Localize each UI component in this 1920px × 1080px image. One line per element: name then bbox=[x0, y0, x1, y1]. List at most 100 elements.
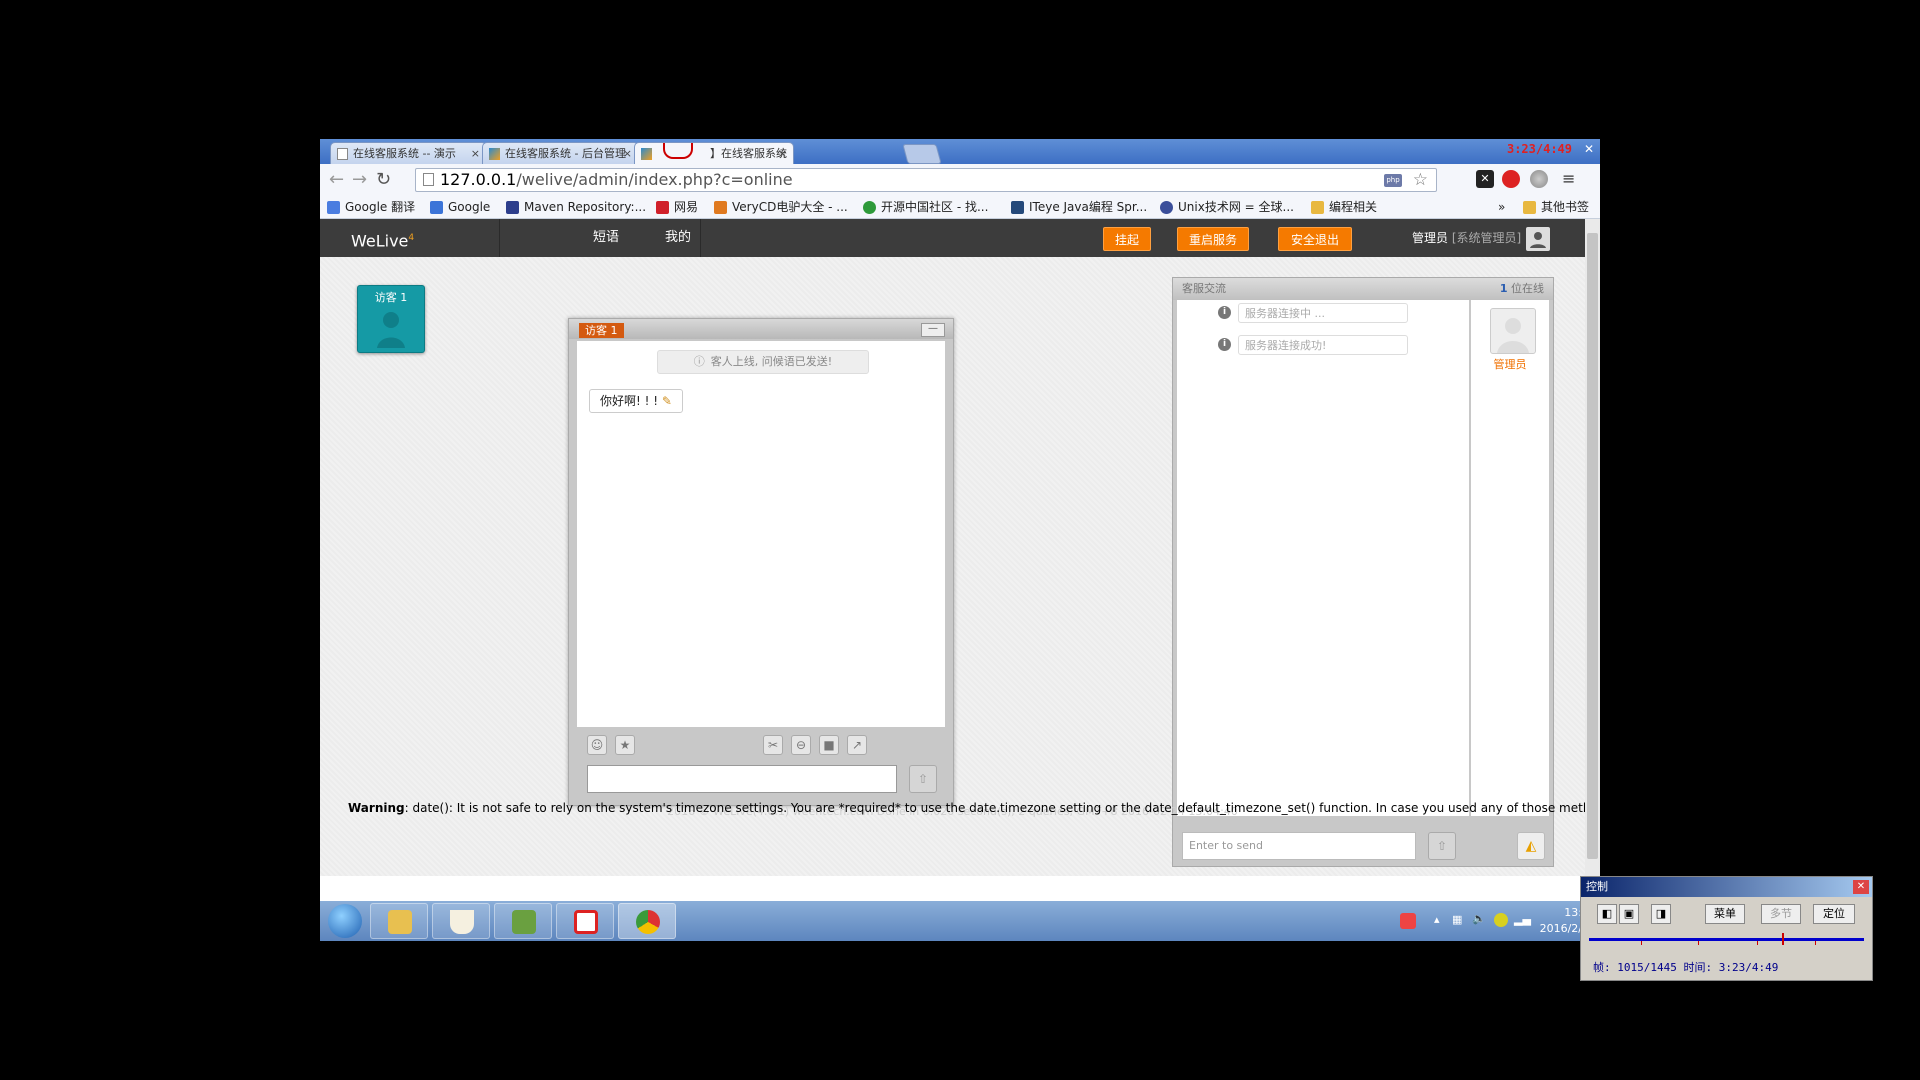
tab-bar: 在线客服系统 -- 演示 × 在线客服系统 - 后台管理 × 】在线客服系统 ×… bbox=[320, 139, 1600, 164]
tab-online[interactable]: 】在线客服系统 × bbox=[634, 142, 794, 164]
search-extension-icon[interactable] bbox=[1530, 170, 1548, 188]
user-avatar-icon[interactable] bbox=[1526, 227, 1550, 251]
taskbar-recorder[interactable] bbox=[494, 903, 552, 939]
url-text: 127.0.0.1/welive/admin/index.php?c=onlin… bbox=[440, 170, 793, 189]
suspend-button[interactable]: 挂起 bbox=[1103, 227, 1151, 251]
windows-taskbar: ▴ ▦ 🔈 ▂▄ 13:052016/2/24 bbox=[320, 901, 1600, 941]
extension-icon[interactable]: ✕ bbox=[1476, 170, 1494, 188]
team-send-button[interactable]: ⇧ bbox=[1428, 832, 1456, 860]
welive-page: WeLive4 短语 我的 挂起 重启服务 安全退出 管理员 [系统管理员] 访… bbox=[320, 219, 1585, 876]
track-tick bbox=[1815, 941, 1816, 945]
tab-label: 在线客服系统 -- 演示 bbox=[353, 147, 456, 160]
bookmarks-overflow[interactable]: » bbox=[1498, 196, 1505, 218]
sound-notify-icon[interactable]: ◭ bbox=[1517, 832, 1545, 860]
online-user-name[interactable]: 管理员 bbox=[1471, 356, 1549, 372]
coffee-cup-icon bbox=[450, 910, 474, 934]
bookmark-folder[interactable]: 编程相关 bbox=[1311, 196, 1377, 218]
show-hidden-icons[interactable]: ▴ bbox=[1434, 913, 1440, 926]
star-icon[interactable]: ☆ bbox=[1413, 169, 1428, 191]
playback-status: 帧: 1015/1445 时间: 3:23/4:49 bbox=[1593, 961, 1779, 974]
volume-icon[interactable]: 🔈 bbox=[1472, 912, 1486, 925]
stop-icon[interactable]: ▣ bbox=[1619, 904, 1639, 924]
nav-mine[interactable]: 我的 bbox=[665, 219, 691, 257]
bookmark-icon bbox=[1011, 201, 1024, 214]
other-bookmarks-folder[interactable]: 其他书签 bbox=[1523, 196, 1589, 218]
nav-phrases[interactable]: 短语 bbox=[593, 219, 619, 257]
visitor-avatar-icon bbox=[377, 312, 405, 348]
window-close-icon[interactable]: ✕ bbox=[1584, 139, 1594, 159]
visitor-chat-window: 访客 1 — ⓘ 客人上线, 问候语已发送! 你好啊! ! ! ✎ ☺ ★ ✂ ⊖… bbox=[568, 318, 954, 806]
taskbar-chrome[interactable] bbox=[618, 903, 676, 939]
next-frame-icon[interactable]: ◨ bbox=[1651, 904, 1671, 924]
network-icon[interactable]: ▦ bbox=[1452, 913, 1462, 926]
bookmark-icon bbox=[656, 201, 669, 214]
update-icon[interactable] bbox=[1494, 913, 1508, 927]
logout-button[interactable]: 安全退出 bbox=[1278, 227, 1352, 251]
info-icon: i bbox=[1218, 306, 1231, 319]
tab-label: 】在线客服系统 bbox=[710, 147, 787, 160]
chat-message-input[interactable] bbox=[587, 765, 897, 793]
send-arrow-icon: ⇧ bbox=[1436, 839, 1448, 853]
bookmark-icon bbox=[327, 201, 340, 214]
forward-arrow-icon[interactable]: → bbox=[352, 169, 367, 191]
bookmark-item[interactable]: ITeye Java编程 Spr... bbox=[1011, 196, 1147, 218]
bookmark-item[interactable]: Maven Repository:... bbox=[506, 196, 646, 218]
taskbar-java[interactable] bbox=[432, 903, 490, 939]
close-icon[interactable]: × bbox=[471, 143, 480, 164]
bookmark-item[interactable]: Google bbox=[430, 196, 490, 218]
admin-label: 管理员 [系统管理员] bbox=[1412, 231, 1522, 245]
taskbar-app[interactable] bbox=[556, 903, 614, 939]
bookmark-item[interactable]: 网易 bbox=[656, 196, 698, 218]
visitor-tile[interactable]: 访客 1 bbox=[357, 285, 425, 353]
bookmark-icon bbox=[430, 201, 443, 214]
user-avatar-icon[interactable] bbox=[1490, 308, 1536, 354]
transfer-icon[interactable]: ↗ bbox=[847, 735, 867, 755]
bookmark-item[interactable]: 开源中国社区 - 找... bbox=[863, 196, 988, 218]
locate-button[interactable]: 定位 bbox=[1813, 904, 1855, 924]
multi-section-button[interactable]: 多节 bbox=[1761, 904, 1801, 924]
team-message-input[interactable]: Enter to send bbox=[1182, 832, 1416, 860]
taskbar-explorer[interactable] bbox=[370, 903, 428, 939]
favorite-star-icon[interactable]: ★ bbox=[615, 735, 635, 755]
info-icon: i bbox=[1218, 338, 1231, 351]
new-tab-button[interactable] bbox=[902, 144, 942, 164]
send-button[interactable]: ⇧ bbox=[909, 765, 937, 793]
video-icon[interactable]: ■ bbox=[819, 735, 839, 755]
scrollbar-thumb[interactable] bbox=[1587, 233, 1598, 859]
online-user-list: 管理员 bbox=[1471, 300, 1549, 816]
bookmark-item[interactable]: Google 翻译 bbox=[327, 196, 415, 218]
tab-demo[interactable]: 在线客服系统 -- 演示 × bbox=[330, 142, 487, 164]
restart-service-button[interactable]: 重启服务 bbox=[1177, 227, 1249, 251]
signal-icon[interactable]: ▂▄ bbox=[1514, 913, 1531, 926]
close-icon[interactable]: ✕ bbox=[1853, 880, 1869, 894]
php-icon[interactable]: php bbox=[1384, 174, 1402, 187]
chat-window-header: 访客 1 — bbox=[569, 319, 953, 339]
pencil-icon: ✎ bbox=[661, 394, 672, 408]
reload-icon[interactable]: ↻ bbox=[376, 169, 391, 191]
welive-icon bbox=[489, 148, 500, 160]
screenshot-scissors-icon[interactable]: ✂ bbox=[763, 735, 783, 755]
back-arrow-icon[interactable]: ← bbox=[329, 169, 344, 191]
minimize-button[interactable]: — bbox=[921, 323, 945, 337]
recorder-control-window: 控制 ✕ ◧ ▣ ◨ 菜单 多节 定位 帧: 1015/1445 时间: 3:2… bbox=[1580, 876, 1873, 981]
bookmark-item[interactable]: Unix技术网 = 全球... bbox=[1160, 196, 1294, 218]
team-chat-panel: 客服交流 1 位在线 i 服务器连接中 ... i 服务器连接成功! 管理员 E… bbox=[1172, 277, 1554, 867]
page-scrollbar[interactable] bbox=[1585, 219, 1600, 876]
track-tick bbox=[1641, 941, 1642, 945]
playback-position-marker[interactable] bbox=[1781, 933, 1784, 945]
block-icon[interactable]: ⊖ bbox=[791, 735, 811, 755]
playback-progress-track[interactable] bbox=[1589, 938, 1864, 941]
bookmark-item[interactable]: VeryCD电驴大全 - ... bbox=[714, 196, 848, 218]
emoji-icon[interactable]: ☺ bbox=[587, 735, 607, 755]
menu-button[interactable]: 菜单 bbox=[1705, 904, 1745, 924]
red-g-icon bbox=[574, 910, 598, 934]
tab-admin[interactable]: 在线客服系统 - 后台管理 × bbox=[482, 142, 639, 164]
close-icon[interactable]: × bbox=[778, 143, 787, 164]
menu-icon[interactable]: ≡ bbox=[1562, 170, 1580, 188]
close-icon[interactable]: × bbox=[623, 143, 632, 164]
stop-extension-icon[interactable] bbox=[1502, 170, 1520, 188]
address-bar[interactable]: 127.0.0.1/welive/admin/index.php?c=onlin… bbox=[415, 168, 1437, 192]
ime-icon[interactable] bbox=[1400, 913, 1416, 929]
prev-frame-icon[interactable]: ◧ bbox=[1597, 904, 1617, 924]
start-button[interactable] bbox=[328, 904, 362, 938]
